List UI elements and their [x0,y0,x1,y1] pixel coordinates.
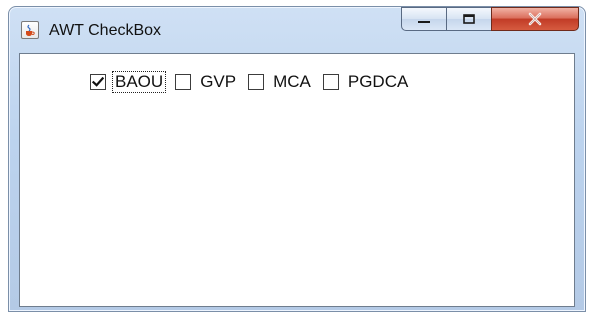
checkbox-mca[interactable]: MCA [248,72,313,92]
java-cup-icon[interactable] [21,21,39,39]
checkbox-label[interactable]: MCA [271,72,313,92]
minimize-icon [418,21,430,23]
checkbox-row: BAOU GVP MCA PGDCA [90,71,410,93]
checkbox-box[interactable] [322,74,339,90]
client-area: BAOU GVP MCA PGDCA [19,53,575,307]
checkbox-label[interactable]: BAOU [111,71,167,93]
app-window: AWT CheckBox BAOU GVP MCA PGDCA [8,6,586,312]
checkbox-box[interactable] [90,74,106,90]
checkbox-box[interactable] [248,74,265,90]
checkbox-box[interactable] [175,74,192,90]
title-bar[interactable]: AWT CheckBox [9,7,585,47]
checkbox-label[interactable]: GVP [198,72,238,92]
minimize-button[interactable] [401,7,447,31]
close-icon [528,12,542,26]
checkmark-icon [92,76,104,87]
checkbox-baou[interactable]: BAOU [90,71,167,93]
maximize-icon [463,14,475,24]
close-button[interactable] [491,7,579,31]
checkbox-label[interactable]: PGDCA [346,72,410,92]
checkbox-pgdca[interactable]: PGDCA [322,72,410,92]
caption-buttons [401,7,579,33]
maximize-button[interactable] [446,7,492,31]
checkbox-gvp[interactable]: GVP [175,72,238,92]
window-title: AWT CheckBox [49,22,162,39]
